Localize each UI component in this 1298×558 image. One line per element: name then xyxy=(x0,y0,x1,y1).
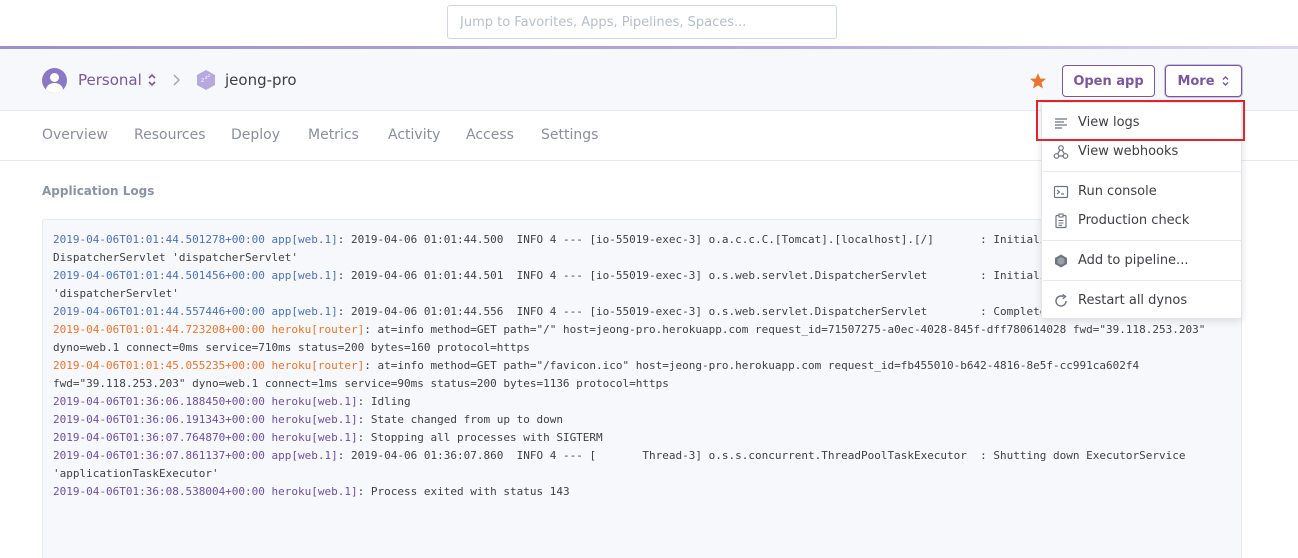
menu-item-label: Add to pipeline... xyxy=(1078,253,1189,268)
open-app-button[interactable]: Open app xyxy=(1062,65,1155,97)
tab-activity[interactable]: Activity xyxy=(388,127,440,143)
log-message: : at=info method=GET path="/" host=jeong… xyxy=(364,323,1206,336)
tab-deploy[interactable]: Deploy xyxy=(231,127,280,143)
log-source: heroku[router] xyxy=(271,323,365,336)
menu-item-label: View logs xyxy=(1078,115,1140,130)
log-message: : Process exited with status 143 xyxy=(357,485,570,498)
log-source: heroku[web.1] xyxy=(271,413,358,426)
log-line: 2019-04-06T01:36:08.538004+00:00 heroku[… xyxy=(53,483,1233,501)
clipboard-icon xyxy=(1055,213,1067,229)
search-input[interactable] xyxy=(447,5,837,39)
log-source: app[web.1] xyxy=(271,269,338,282)
log-timestamp: 2019-04-06T01:01:44.501278+00:00 xyxy=(53,233,265,246)
menu-item-label: Restart all dynos xyxy=(1078,293,1188,308)
favorite-star-icon[interactable] xyxy=(1029,72,1047,90)
sleeping-app-icon: z z z xyxy=(197,70,215,90)
log-message: : 2019-04-06 01:01:44.501 INFO 4 --- [io… xyxy=(337,269,1047,282)
more-button[interactable]: More xyxy=(1165,65,1242,97)
more-label: More xyxy=(1177,73,1215,89)
console-icon xyxy=(1053,185,1069,199)
menu-item-production-check[interactable]: Production check xyxy=(1042,208,1241,234)
switch-account-icon[interactable] xyxy=(146,72,158,88)
breadcrumb-separator-icon xyxy=(173,74,181,86)
open-app-label: Open app xyxy=(1073,73,1144,89)
log-source: heroku[web.1] xyxy=(271,395,358,408)
log-message: : 2019-04-06 01:01:44.556 INFO 4 --- [io… xyxy=(337,305,1047,318)
log-timestamp: 2019-04-06T01:36:06.188450+00:00 xyxy=(53,395,265,408)
log-timestamp: 2019-04-06T01:01:44.501456+00:00 xyxy=(53,269,265,282)
log-message: : Idling xyxy=(357,395,411,408)
menu-item-view-webhooks[interactable]: View webhooks xyxy=(1042,139,1241,165)
log-timestamp: 2019-04-06T01:36:07.764870+00:00 xyxy=(53,431,265,444)
tab-access[interactable]: Access xyxy=(466,127,514,143)
top-bar xyxy=(0,0,1298,46)
menu-item-run-console[interactable]: Run console xyxy=(1042,179,1241,205)
avatar[interactable] xyxy=(42,68,67,93)
menu-divider xyxy=(1043,240,1242,241)
more-dropdown-menu: View logs View webhooks Run console Prod… xyxy=(1041,102,1242,319)
breadcrumb-app[interactable]: jeong-pro xyxy=(225,71,297,89)
breadcrumb-account[interactable]: Personal xyxy=(78,71,142,89)
log-line: fwd="39.118.253.203" dyno=web.1 connect=… xyxy=(53,375,1233,393)
tab-settings[interactable]: Settings xyxy=(541,127,598,143)
log-line: 2019-04-06T01:36:06.188450+00:00 heroku[… xyxy=(53,393,1233,411)
menu-divider xyxy=(1043,171,1242,172)
log-timestamp: 2019-04-06T01:36:08.538004+00:00 xyxy=(53,485,265,498)
chevron-updown-icon xyxy=(1222,76,1229,86)
log-line: 2019-04-06T01:36:06.191343+00:00 heroku[… xyxy=(53,411,1233,429)
log-timestamp: 2019-04-06T01:36:06.191343+00:00 xyxy=(53,413,265,426)
logs-title: Application Logs xyxy=(42,184,155,198)
menu-item-label: View webhooks xyxy=(1078,144,1179,159)
log-message: 'applicationTaskExecutor' xyxy=(53,467,219,480)
tab-overview[interactable]: Overview xyxy=(42,127,108,143)
log-line: 2019-04-06T01:36:07.764870+00:00 heroku[… xyxy=(53,429,1233,447)
log-line: dyno=web.1 connect=0ms service=710ms sta… xyxy=(53,339,1233,357)
log-message: 'dispatcherServlet' xyxy=(53,287,179,300)
log-message: : 2019-04-06 01:36:07.860 INFO 4 --- [ T… xyxy=(337,449,1186,462)
webhook-icon xyxy=(1053,145,1069,159)
log-line: 2019-04-06T01:01:44.723208+00:00 heroku[… xyxy=(53,321,1233,339)
log-source: app[web.1] xyxy=(271,233,338,246)
log-source: app[web.1] xyxy=(271,449,338,462)
log-message: fwd="39.118.253.203" dyno=web.1 connect=… xyxy=(53,377,669,390)
pipeline-icon xyxy=(1055,254,1067,268)
list-icon xyxy=(1055,118,1067,129)
log-timestamp: 2019-04-06T01:01:45.055235+00:00 xyxy=(53,359,265,372)
log-source: heroku[router] xyxy=(271,359,365,372)
log-message: DispatcherServlet 'dispatcherServlet' xyxy=(53,251,299,264)
log-timestamp: 2019-04-06T01:01:44.557446+00:00 xyxy=(53,305,265,318)
log-line: 2019-04-06T01:36:07.861137+00:00 app[web… xyxy=(53,447,1233,465)
log-message: : 2019-04-06 01:01:44.500 INFO 4 --- [io… xyxy=(337,233,1047,246)
restart-icon xyxy=(1055,293,1067,307)
log-source: heroku[web.1] xyxy=(271,485,358,498)
svg-text:z: z xyxy=(208,73,210,78)
log-message: : State changed from up to down xyxy=(357,413,563,426)
log-line: 'applicationTaskExecutor' xyxy=(53,465,1233,483)
menu-item-label: Run console xyxy=(1078,184,1157,199)
tab-metrics[interactable]: Metrics xyxy=(308,127,359,143)
menu-item-add-to-pipeline[interactable]: Add to pipeline... xyxy=(1042,248,1241,274)
log-message: dyno=web.1 connect=0ms service=710ms sta… xyxy=(53,341,530,354)
menu-item-label: Production check xyxy=(1078,213,1190,228)
log-source: heroku[web.1] xyxy=(271,431,358,444)
svg-text:z: z xyxy=(201,77,204,84)
log-timestamp: 2019-04-06T01:36:07.861137+00:00 xyxy=(53,449,265,462)
menu-item-view-logs[interactable]: View logs xyxy=(1042,110,1241,136)
tab-resources[interactable]: Resources xyxy=(134,127,206,143)
log-message: : Stopping all processes with SIGTERM xyxy=(357,431,603,444)
log-source: app[web.1] xyxy=(271,305,338,318)
menu-divider xyxy=(1043,280,1242,281)
log-line: 2019-04-06T01:01:45.055235+00:00 heroku[… xyxy=(53,357,1233,375)
log-message: : at=info method=GET path="/favicon.ico"… xyxy=(364,359,1140,372)
menu-item-restart-all-dynos[interactable]: Restart all dynos xyxy=(1042,288,1241,314)
log-timestamp: 2019-04-06T01:01:44.723208+00:00 xyxy=(53,323,265,336)
